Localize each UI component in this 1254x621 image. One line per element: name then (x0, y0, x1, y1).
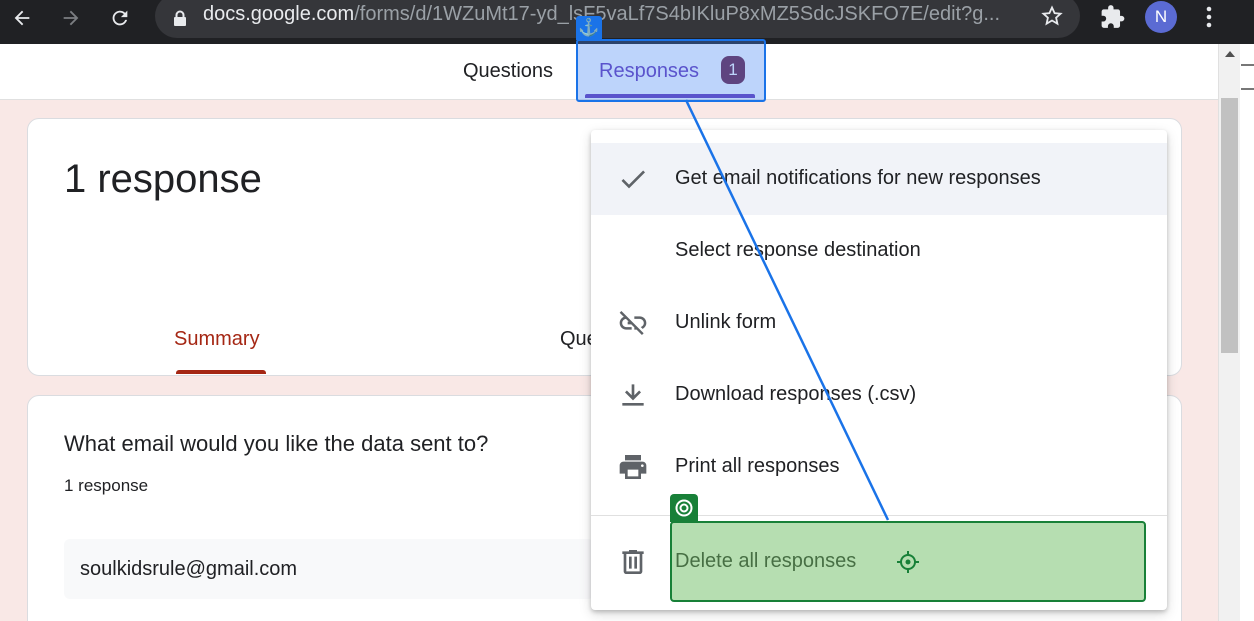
divider (1241, 64, 1254, 66)
side-panel-edge (1240, 44, 1254, 621)
divider (1241, 88, 1254, 90)
response-count-heading: 1 response (64, 157, 262, 201)
target-icon (670, 494, 698, 522)
answer-text: soulkidsrule@gmail.com (80, 558, 298, 580)
download-icon (622, 384, 644, 406)
menu-item-email-notifications[interactable]: Get email notifications for new response… (591, 143, 1167, 215)
menu-item-label: Unlink form (675, 311, 777, 333)
more-vert-icon[interactable] (1197, 4, 1221, 30)
subtab-summary[interactable]: Summary (174, 328, 260, 351)
target-highlight-box (670, 521, 1146, 602)
question-title: What email would you like the data sent … (64, 431, 489, 456)
menu-item-label: Download responses (.csv) (675, 383, 917, 405)
extensions-puzzle-icon[interactable] (1100, 4, 1126, 30)
check-icon (621, 170, 645, 189)
anchor-icon: ⚓ (576, 16, 602, 40)
menu-item-label: Select response destination (675, 239, 921, 261)
back-arrow-icon (14, 10, 30, 26)
subtab-active-indicator (176, 370, 266, 374)
address-bar[interactable]: docs.google.com/forms/d/1WZuMt17-yd_lsF5… (155, 0, 1080, 38)
forward-arrow-icon (63, 10, 79, 26)
print-icon (619, 455, 647, 479)
link-off-icon (619, 311, 647, 335)
trash-icon (622, 550, 644, 574)
tab-questions[interactable]: Questions (463, 60, 553, 83)
question-response-count: 1 response (64, 476, 149, 495)
menu-item-label: Print all responses (675, 455, 840, 477)
reload-button[interactable] (103, 4, 137, 32)
menu-item-print-responses[interactable]: Print all responses (591, 431, 1167, 503)
menu-item-download-csv[interactable]: Download responses (.csv) (591, 359, 1167, 431)
page-scrollbar[interactable] (1218, 44, 1240, 621)
reload-icon (112, 10, 128, 26)
back-button[interactable] (5, 4, 39, 32)
scroll-thumb[interactable] (1221, 98, 1238, 353)
menu-item-label: Get email notifications for new response… (675, 167, 1041, 189)
scroll-up-arrow-icon[interactable] (1225, 51, 1235, 57)
lock-icon (174, 10, 186, 26)
menu-item-response-destination[interactable]: Select response destination (591, 215, 1167, 287)
bookmark-star-icon[interactable] (1040, 4, 1064, 28)
browser-toolbar: docs.google.com/forms/d/1WZuMt17-yd_lsF5… (0, 0, 1254, 44)
profile-avatar[interactable]: N (1145, 1, 1177, 33)
menu-item-unlink-form[interactable]: Unlink form (591, 287, 1167, 359)
answer-item: soulkidsrule@gmail.com (64, 539, 594, 599)
forward-button[interactable] (54, 4, 88, 32)
source-highlight-box (576, 39, 766, 102)
